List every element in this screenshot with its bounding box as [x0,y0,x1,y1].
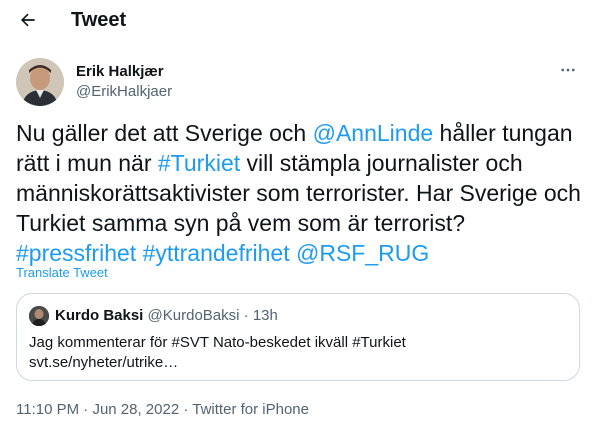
hashtag-link[interactable]: #pressfrihet [16,240,136,266]
quoted-tweet[interactable]: Kurdo Baksi @KurdoBaksi · 13h Jag kommen… [16,293,580,381]
quoted-separator: · [243,307,249,324]
tweet-text-segment: Nu gäller det att Sverige och [16,120,313,146]
mention-link[interactable]: @RSF_RUG [296,240,429,266]
author-display-name[interactable]: Erik Halkjær [76,63,164,81]
avatar-image [16,58,64,106]
meta-separator: · [183,401,189,418]
more-options-icon [561,68,575,72]
quoted-time: 13h [252,307,278,324]
quoted-text: Jag kommenterar för #SVT Nato-beskedet i… [29,333,569,373]
tweet-text: Nu gäller det att Sverige och @AnnLinde … [16,118,582,268]
quoted-display-name: Kurdo Baksi [55,307,144,324]
tweet-date[interactable]: Jun 28, 2022 [92,401,179,418]
tweet-meta: 11:10 PM · Jun 28, 2022 · Twitter for iP… [16,401,309,419]
hashtag-link[interactable]: #yttrandefrihet [143,240,290,266]
back-button[interactable] [12,4,44,36]
hashtag-link[interactable]: #Turkiet [158,150,240,176]
back-arrow-icon [20,13,35,27]
page-title: Tweet [71,9,127,31]
tweet-author: Erik Halkjær @ErikHalkjaer [16,58,580,108]
quoted-avatar-image [29,306,49,326]
tweet-time[interactable]: 11:10 PM [16,401,79,418]
translate-tweet-link[interactable]: Translate Tweet [16,265,108,281]
top-bar: Tweet [0,0,596,40]
quoted-link: svt.se/nyheter/utrike… [29,354,179,371]
quoted-text-line: Jag kommenterar för #SVT Nato-beskedet i… [29,334,406,351]
mention-link[interactable]: @AnnLinde [313,120,434,146]
quoted-avatar[interactable] [29,306,49,326]
author-handle[interactable]: @ErikHalkjaer [76,83,172,101]
tweet-source[interactable]: Twitter for iPhone [192,401,309,418]
quoted-header: Kurdo Baksi @KurdoBaksi · 13h [55,307,278,325]
quoted-handle: @KurdoBaksi [147,307,240,324]
meta-separator: · [83,401,89,418]
avatar[interactable] [16,58,64,106]
more-options-button[interactable] [556,60,580,80]
